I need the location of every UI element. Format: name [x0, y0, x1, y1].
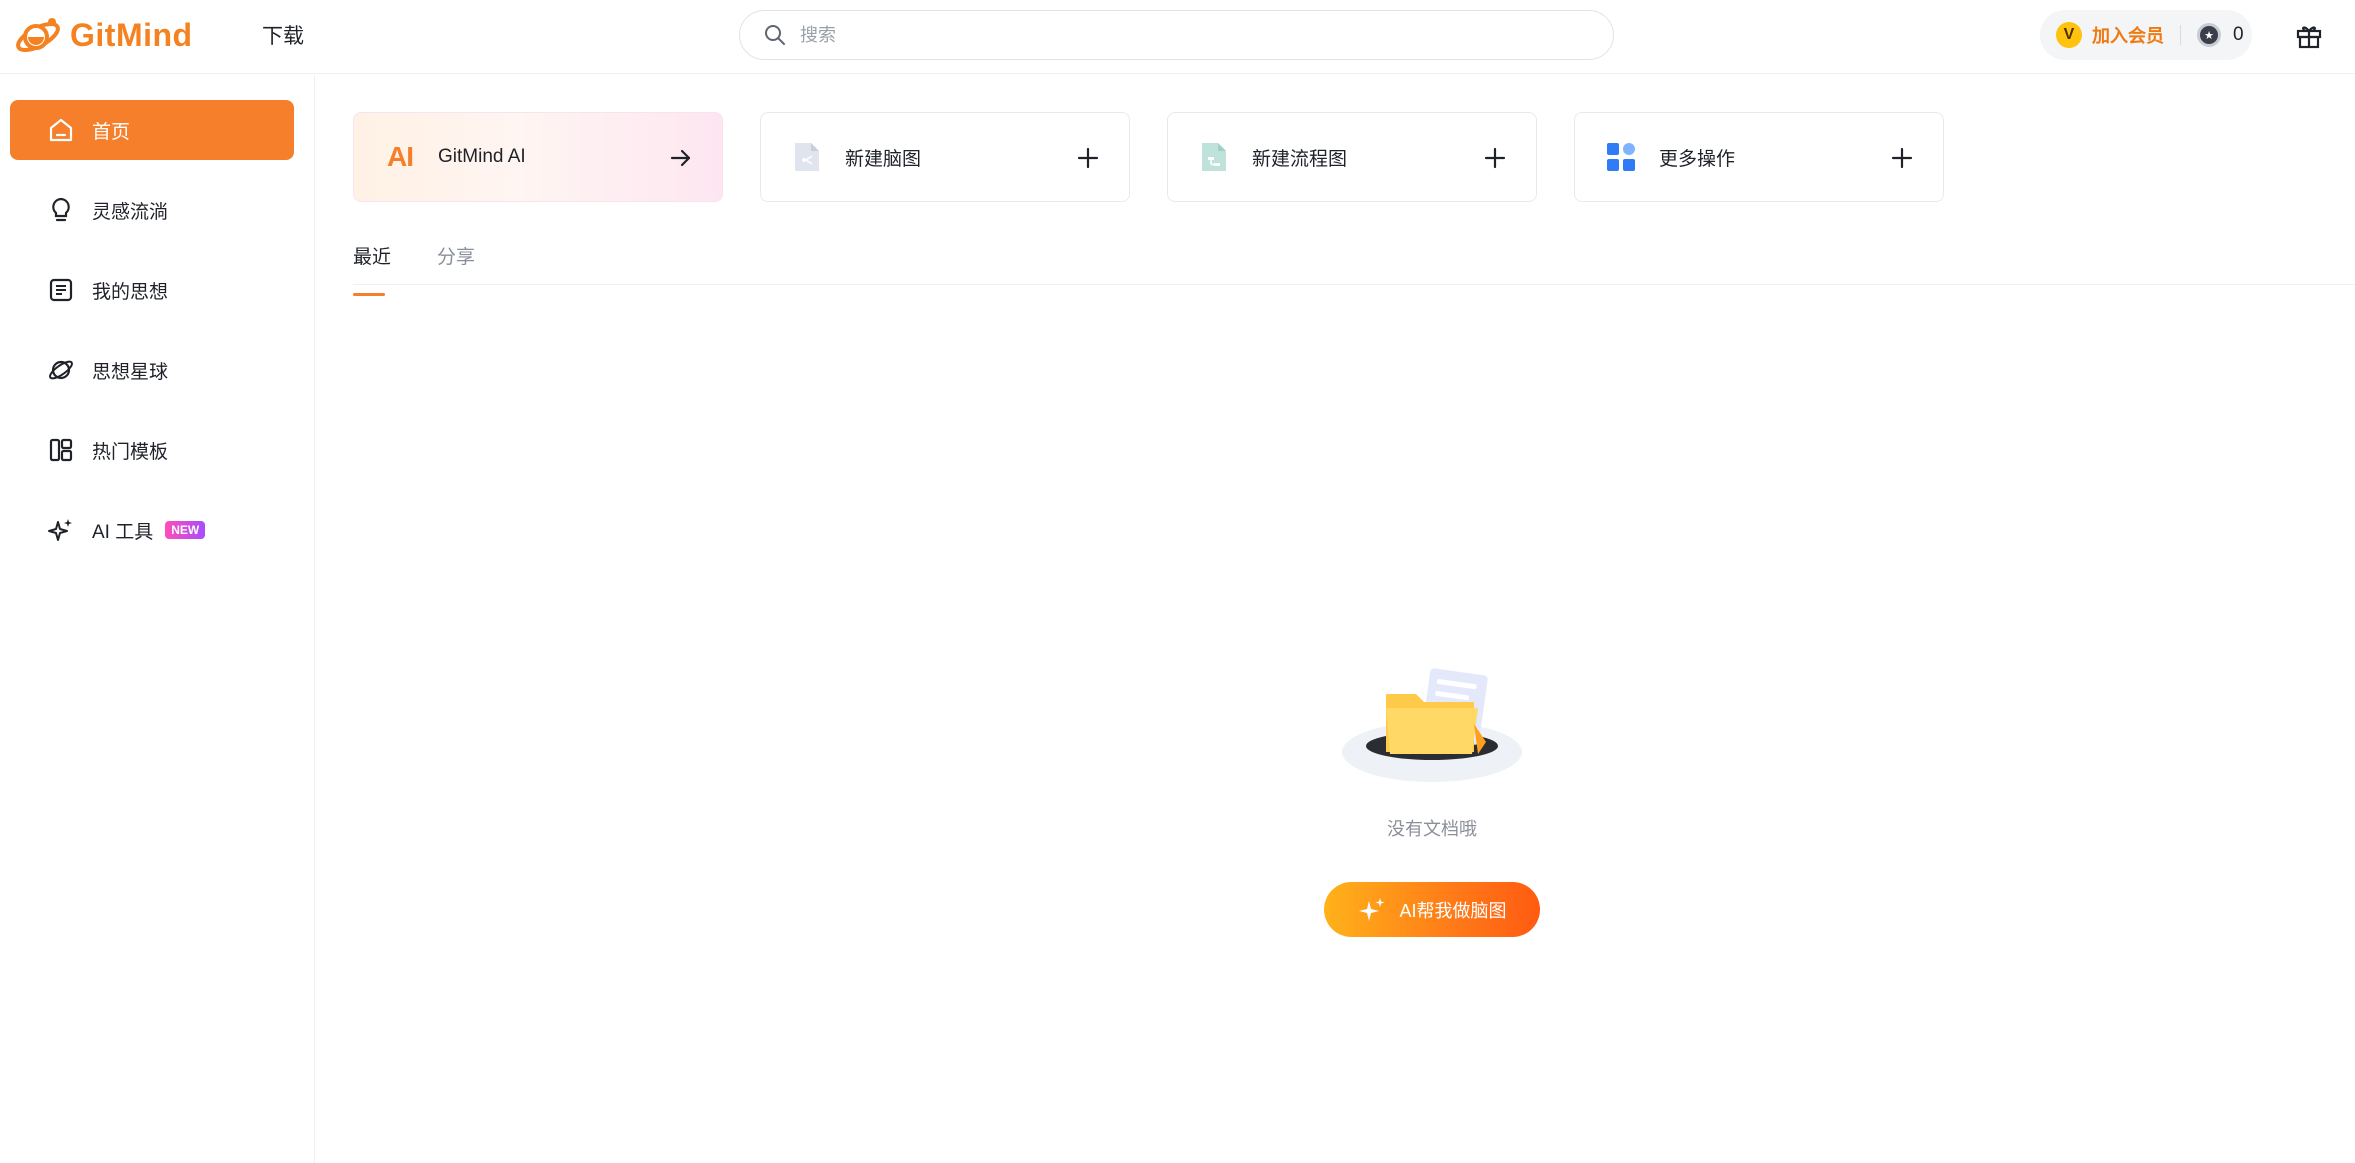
gift-icon[interactable] [2294, 20, 2324, 50]
sidebar-item-home[interactable]: 首页 [10, 100, 294, 160]
home-icon [46, 115, 76, 145]
gitmind-ai-card[interactable]: AI GitMind AI [353, 112, 723, 202]
planet-icon [46, 355, 76, 385]
gitmind-logo[interactable]: GitMind [14, 12, 193, 58]
mindmap-file-icon [789, 139, 825, 175]
template-icon [46, 435, 76, 465]
arrow-right-icon [670, 149, 691, 167]
coin-icon[interactable]: ★ [2197, 23, 2221, 47]
card-label: 更多操作 [1659, 148, 1736, 170]
ai-mindmap-label: AI帮我做脑图 [1399, 900, 1507, 921]
sidebar-item-planet[interactable]: 思想星球 [10, 340, 294, 400]
sidebar-item-my-thoughts[interactable]: 我的思想 [10, 260, 294, 320]
sidebar-item-label: 思想星球 [92, 361, 169, 383]
lightbulb-icon [46, 195, 76, 225]
ai-mindmap-button[interactable]: AI帮我做脑图 [1324, 882, 1540, 937]
card-label: 新建流程图 [1252, 148, 1348, 170]
plus-icon [1077, 147, 1099, 169]
empty-folder-illustration [1342, 668, 1522, 782]
top-header: GitMind 下载 V 加入会员 ★ 0 [0, 0, 2355, 74]
card-label: 新建脑图 [845, 148, 922, 170]
vip-icon[interactable]: V [2056, 22, 2082, 48]
sidebar-item-label: 首页 [92, 121, 131, 143]
empty-message: 没有文档哦 [1387, 819, 1477, 839]
divider [2180, 25, 2181, 45]
logo-text: GitMind [70, 16, 193, 53]
flowchart-file-icon [1196, 139, 1232, 175]
sidebar-item-label: 热门模板 [92, 441, 169, 463]
logo-icon [16, 18, 60, 53]
ai-logo-icon: AI [387, 141, 414, 172]
plus-icon [1484, 147, 1506, 169]
sidebar-item-inspiration[interactable]: 灵感流淌 [10, 180, 294, 240]
card-label: GitMind AI [438, 146, 526, 167]
sidebar-item-label: 灵感流淌 [92, 201, 169, 223]
active-tab-indicator [353, 293, 385, 296]
sidebar-item-label: AI 工具 [92, 521, 154, 543]
more-actions-card[interactable]: 更多操作 [1574, 112, 1944, 202]
tab-recent[interactable]: 最近 [353, 242, 392, 296]
sidebar-item-label: 我的思想 [92, 281, 169, 303]
search-icon [765, 25, 785, 45]
new-flowchart-card[interactable]: 新建流程图 [1167, 112, 1537, 202]
new-badge: NEW [165, 521, 206, 539]
new-mindmap-card[interactable]: 新建脑图 [760, 112, 1130, 202]
sparkle-icon [46, 515, 76, 545]
vip-coin-pill: V 加入会员 ★ 0 [2040, 10, 2252, 60]
tab-share[interactable]: 分享 [437, 242, 475, 269]
document-icon [46, 275, 76, 305]
tab-label: 分享 [437, 247, 476, 268]
search-bar[interactable] [739, 10, 1614, 60]
sparkle-icon [1359, 897, 1385, 921]
document-tabs: 最近 分享 [353, 230, 2355, 296]
tab-label: 最近 [353, 247, 392, 268]
join-member-link[interactable]: 加入会员 [2092, 22, 2164, 48]
download-link[interactable]: 下载 [262, 20, 304, 50]
plus-icon [1891, 147, 1913, 169]
coin-count: 0 [2233, 24, 2244, 45]
grid-icon [1603, 139, 1639, 175]
sidebar: 首页 灵感流淌 我的思想 思想星球 热门模板 AI 工具 NEW [0, 75, 315, 1163]
search-input[interactable] [800, 24, 1580, 46]
sidebar-item-templates[interactable]: 热门模板 [10, 420, 294, 480]
sidebar-item-ai-tools[interactable]: AI 工具 NEW [10, 500, 294, 560]
